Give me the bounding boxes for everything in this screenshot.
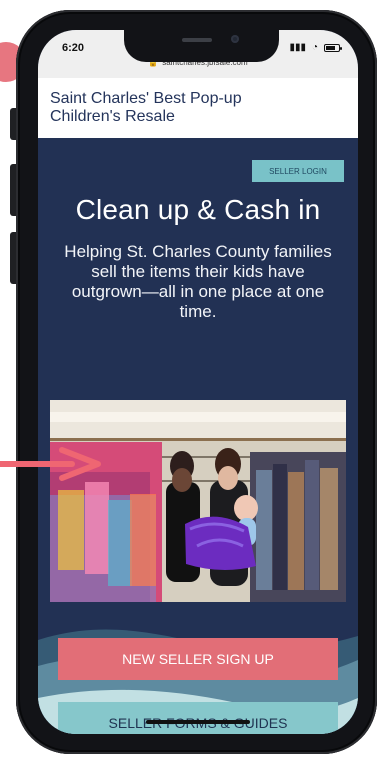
shopping-photo-illustration (50, 400, 346, 602)
hero-title: Clean up & Cash in (75, 194, 321, 225)
seller-login-button[interactable]: SELLER LOGIN (252, 160, 344, 182)
speaker-grille (182, 38, 212, 42)
phone-frame: 6:20 ▮▮▮ ◔ 🔒 saintcharles.jbfsale.com Sa… (16, 10, 377, 754)
site-header: Saint Charles' Best Pop-up Children's Re… (38, 78, 358, 138)
home-indicator (146, 720, 250, 724)
hero-photo (50, 400, 346, 602)
phone-screen: 6:20 ▮▮▮ ◔ 🔒 saintcharles.jbfsale.com Sa… (38, 30, 358, 734)
hero-description: Helping St. Charles County families sell… (64, 242, 332, 321)
phone-notch (124, 30, 279, 62)
hero-section: SELLER LOGIN Clean up & Cash in Helping … (38, 138, 358, 734)
front-camera (231, 35, 239, 43)
seller-forms-guides-button[interactable]: SELLER FORMS & GUIDES (58, 702, 338, 734)
battery-icon (324, 43, 342, 52)
site-title: Saint Charles' Best Pop-up Children's Re… (50, 90, 242, 125)
signal-icon: ▮▮▮ (289, 42, 306, 53)
status-icons: ▮▮▮ ◔ (289, 42, 342, 53)
time-display: 6:20 (62, 42, 85, 54)
screenshot-canvas: 6:20 ▮▮▮ ◔ 🔒 saintcharles.jbfsale.com Sa… (0, 0, 380, 758)
new-seller-signup-button[interactable]: NEW SELLER SIGN UP (58, 638, 338, 680)
wifi-icon: ◔ (311, 42, 318, 53)
battery-level-icon (326, 45, 335, 50)
